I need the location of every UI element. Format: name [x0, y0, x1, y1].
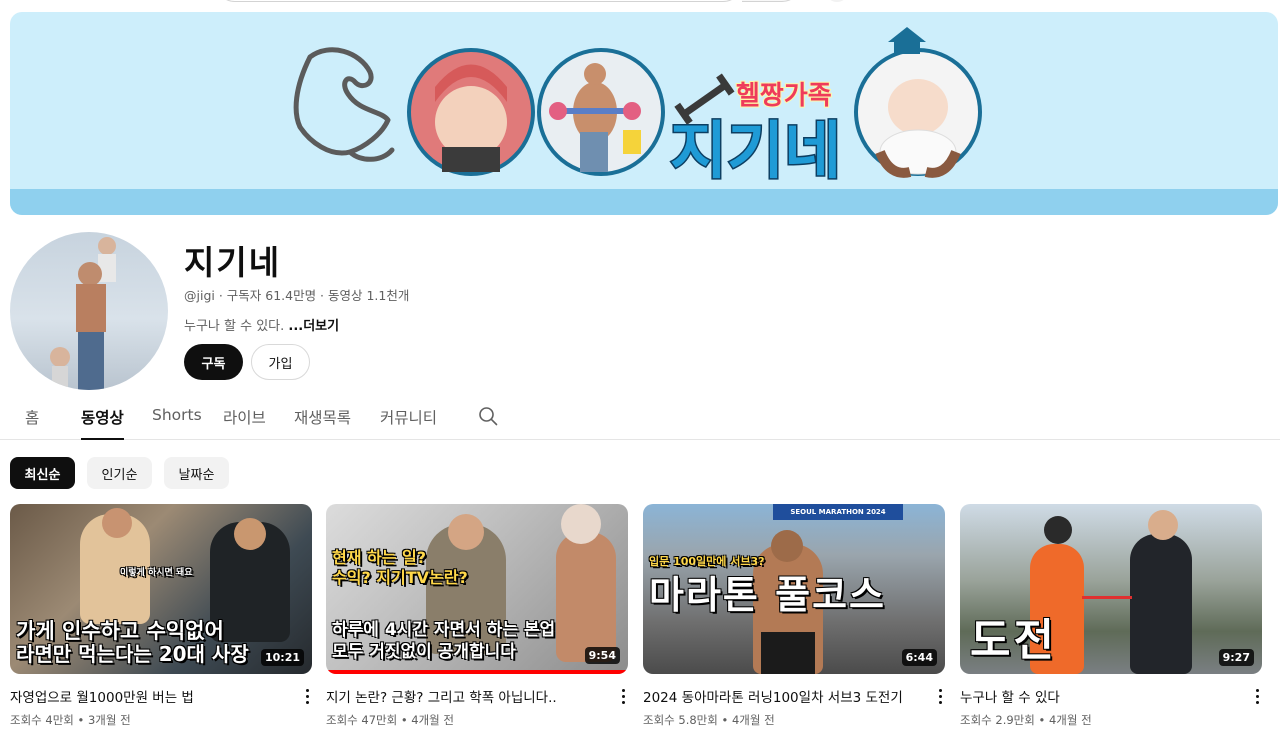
video-thumbnail[interactable]: 현재 하는 일? 수익? 지기TV논란? 하루에 4시간 자면서 하는 본업 모…: [326, 504, 628, 674]
video-thumbnail[interactable]: 도전 9:27: [960, 504, 1262, 674]
video-title[interactable]: 누구나 할 수 있다: [960, 686, 1230, 706]
muscle-arm-icon: [293, 47, 395, 162]
banner-photo-2: [537, 48, 665, 176]
video-stats: 조회수 2.9만회 • 4개월 전: [960, 713, 1092, 727]
video-thumbnail[interactable]: 이렇게 하시면 돼요 가게 인수하고 수익없어 라면만 먹는다는 20대 사장 …: [10, 504, 312, 674]
channel-banner: 헬짱가족 지기네: [10, 12, 1278, 215]
thumb-caption: 이렇게 하시면 돼요: [120, 568, 193, 578]
chip-latest[interactable]: 최신순: [10, 457, 75, 489]
thumb-text: 현재 하는 일?: [332, 548, 427, 567]
search-icon[interactable]: [478, 406, 498, 426]
video-card[interactable]: 현재 하는 일? 수익? 지기TV논란? 하루에 4시간 자면서 하는 본업 모…: [326, 504, 628, 727]
thumb-text: 가게 인수하고 수익없어: [16, 619, 224, 643]
tab-shorts[interactable]: Shorts: [152, 406, 202, 440]
video-stats: 조회수 5.8만회 • 4개월 전: [643, 713, 775, 727]
search-button[interactable]: [742, 0, 802, 2]
more-options-icon[interactable]: [618, 686, 628, 706]
video-title[interactable]: 2024 동아마라톤 러닝100일차 서브3 도전기: [643, 686, 913, 706]
video-card[interactable]: 이렇게 하시면 돼요 가게 인수하고 수익없어 라면만 먹는다는 20대 사장 …: [10, 504, 312, 727]
channel-avatar[interactable]: [10, 232, 168, 390]
watch-progress-bar: [326, 670, 628, 674]
banner-photo-1: [407, 48, 535, 176]
thumb-text: 라면만 먹는다는 20대 사장: [16, 642, 249, 666]
thumb-text: 입문 100일만에 서브3?: [649, 555, 765, 568]
tab-live[interactable]: 라이브: [223, 406, 266, 440]
more-options-icon[interactable]: [1252, 686, 1262, 706]
video-card[interactable]: SEOUL MARATHON 2024 입문 100일만에 서브3? 마라톤 풀…: [643, 504, 945, 727]
thumb-text: 하루에 4시간 자면서 하는 본업: [332, 620, 556, 640]
video-title[interactable]: 자영업으로 월1000만원 버는 법: [10, 686, 280, 706]
banner-photo-3: [854, 48, 982, 178]
channel-description-text: 누구나 할 수 있다.: [184, 319, 289, 334]
video-thumbnail[interactable]: SEOUL MARATHON 2024 입문 100일만에 서브3? 마라톤 풀…: [643, 504, 945, 674]
video-card[interactable]: 도전 9:27 누구나 할 수 있다 조회수 2.9만회 • 4개월 전: [960, 504, 1262, 727]
thumb-text: 수익? 지기TV논란?: [332, 568, 468, 587]
thumb-text: 도전: [970, 615, 1057, 666]
chip-popular[interactable]: 인기순: [87, 457, 152, 489]
video-duration: 10:21: [260, 649, 304, 666]
channel-description[interactable]: 누구나 할 수 있다. ...더보기: [184, 315, 339, 334]
banner-logo-big: 지기네: [670, 114, 841, 187]
subscribe-button[interactable]: 구독: [184, 344, 243, 380]
tab-community[interactable]: 커뮤니티: [380, 406, 437, 440]
video-stats: 조회수 4만회 • 3개월 전: [10, 713, 131, 727]
thumb-text: 모두 거짓없이 공개합니다: [332, 642, 516, 662]
more-options-icon[interactable]: [935, 686, 945, 706]
channel-tabs: 홈 동영상 Shorts 라이브 재생목록 커뮤니티: [0, 398, 1280, 440]
search-input[interactable]: [215, 0, 743, 2]
video-duration: 9:27: [1218, 649, 1254, 666]
join-button[interactable]: 가입: [251, 344, 310, 380]
channel-meta: @jigi · 구독자 61.4만명 · 동영상 1.1천개: [184, 288, 410, 303]
thumb-text: 마라톤 풀코스: [649, 573, 886, 617]
avatar-image: [50, 237, 116, 390]
tab-videos[interactable]: 동영상: [81, 406, 124, 440]
video-duration: 9:54: [584, 647, 620, 664]
chip-oldest[interactable]: 날짜순: [164, 457, 229, 489]
banner-art: 헬짱가족 지기네: [10, 27, 1278, 215]
more-link[interactable]: ...더보기: [288, 319, 339, 334]
video-title[interactable]: 지기 논란? 근황? 그리고 학폭 아닙니다..: [326, 686, 596, 706]
tab-playlists[interactable]: 재생목록: [294, 406, 351, 440]
voice-search-button[interactable]: [826, 0, 848, 2]
tab-home[interactable]: 홈: [25, 406, 39, 440]
more-options-icon[interactable]: [302, 686, 312, 706]
banner-logo-small: 헬짱가족: [736, 81, 832, 111]
channel-name: 지기네: [184, 243, 282, 282]
video-stats: 조회수 47만회 • 4개월 전: [326, 713, 454, 727]
marathon-sign: SEOUL MARATHON 2024: [773, 504, 903, 520]
video-duration: 6:44: [901, 649, 937, 666]
